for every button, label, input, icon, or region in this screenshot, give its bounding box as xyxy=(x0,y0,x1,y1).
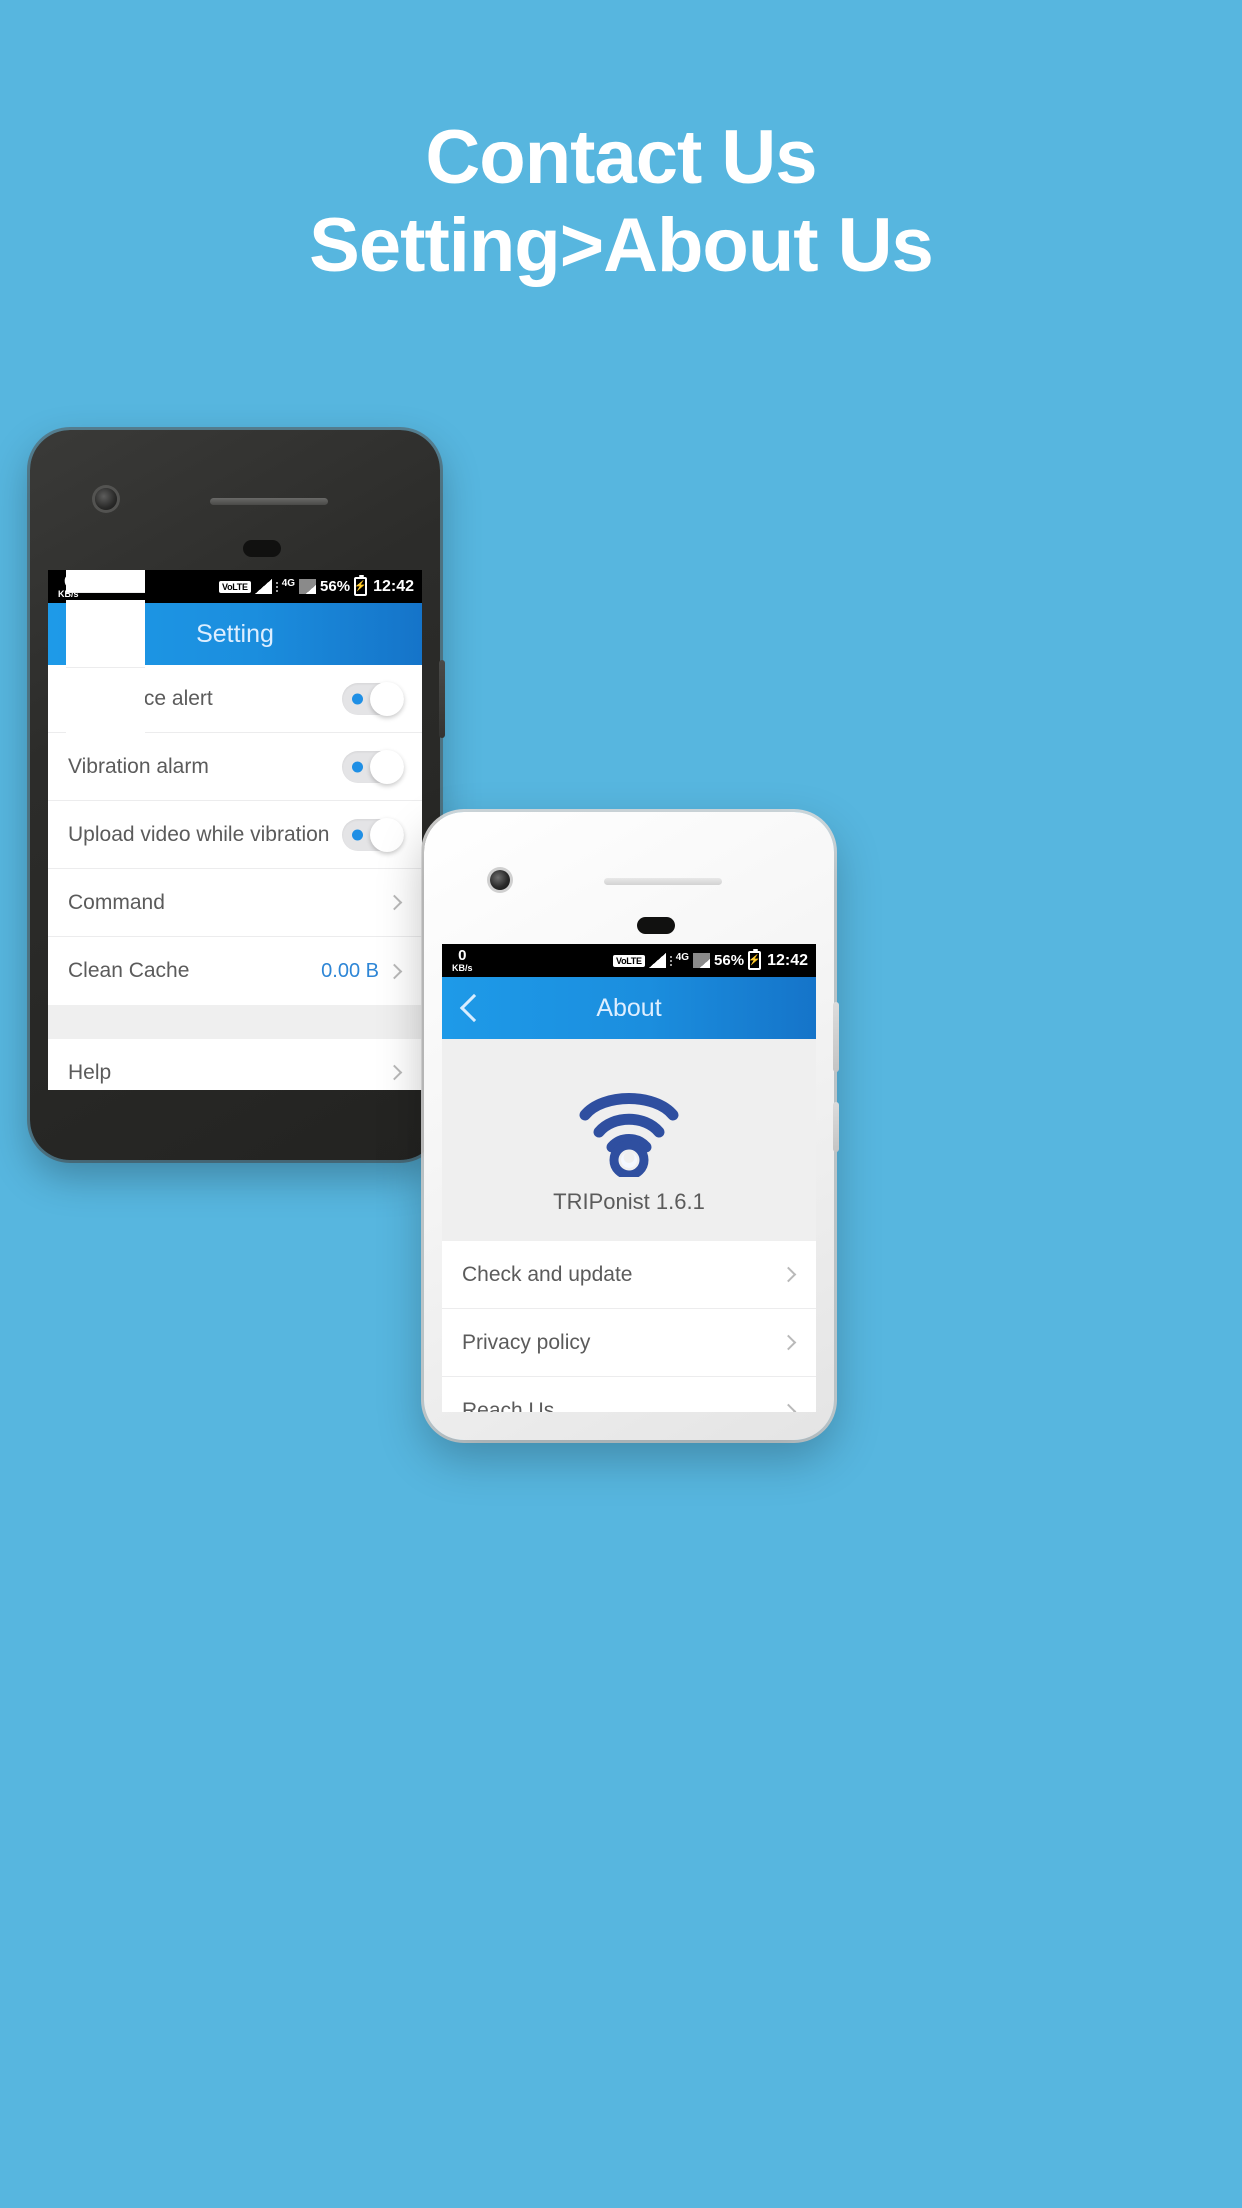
page-title-line2: Setting>About Us xyxy=(309,202,934,288)
battery-charging-icon: ⚡ xyxy=(354,575,368,596)
front-camera-icon xyxy=(95,488,117,510)
network-speed-unit: KB/s xyxy=(452,963,473,973)
about-appbar-title: About xyxy=(596,993,662,1022)
row-label: Check and update xyxy=(462,1262,633,1286)
setting-appbar: Setting xyxy=(48,570,422,743)
proximity-sensor xyxy=(637,917,675,934)
setting-row-command[interactable]: Command xyxy=(48,869,422,937)
page-title-line1: Contact Us xyxy=(425,115,817,200)
battery-charging-icon: ⚡ xyxy=(748,949,762,970)
list-menu-icon[interactable] xyxy=(66,570,145,743)
setting-row-help[interactable]: Help xyxy=(48,1039,422,1090)
signal-bars-secondary-icon xyxy=(693,953,711,968)
power-button[interactable] xyxy=(833,1002,839,1072)
chevron-right-icon xyxy=(780,1266,797,1283)
phone-device-black: 0 KB/s VoLTE 4G 56% ⚡ 12:42 Setting xyxy=(30,430,445,1160)
wifi-eye-logo-icon xyxy=(573,1081,685,1180)
power-button[interactable] xyxy=(439,660,445,738)
row-label: Privacy policy xyxy=(462,1330,591,1354)
network-speed-value: 0 xyxy=(458,947,467,964)
front-camera-icon xyxy=(490,870,510,890)
earpiece-speaker xyxy=(604,878,722,885)
phone-device-white: 0 KB/s VoLTE 4G 56% ⚡ 12:42 About TRIPon… xyxy=(424,812,839,1440)
about-list-group: Check and update Privacy policy Reach Us xyxy=(442,1241,816,1412)
chevron-right-icon xyxy=(780,1334,797,1351)
network-type-label: 4G xyxy=(281,578,296,589)
setting-row-vibration-alarm[interactable]: Vibration alarm xyxy=(48,733,422,801)
geofence-alert-toggle[interactable] xyxy=(342,681,404,716)
signal-bars-icon xyxy=(648,953,666,968)
upload-video-toggle[interactable] xyxy=(342,817,404,852)
about-appbar: About xyxy=(442,977,816,1039)
row-label: Reach Us xyxy=(462,1399,555,1412)
page-title: Contact Us Setting>About Us xyxy=(0,118,1242,286)
proximity-sensor xyxy=(243,540,281,557)
setting-row-clean-cache[interactable]: Clean Cache 0.00 B xyxy=(48,937,422,1005)
clock-label: 12:42 xyxy=(373,577,414,595)
battery-percent-label: 56% xyxy=(320,578,351,595)
clean-cache-value: 0.00 B xyxy=(321,959,379,982)
row-label: Clean Cache xyxy=(68,959,190,982)
volte-icon: VoLTE xyxy=(613,954,645,967)
setting-row-upload-video-while-vibration[interactable]: Upload video while vibration xyxy=(48,801,422,869)
about-row-privacy-policy[interactable]: Privacy policy xyxy=(442,1309,816,1377)
signal-separator-icon xyxy=(275,581,278,592)
status-bar: 0 KB/s VoLTE 4G 56% ⚡ 12:42 xyxy=(442,944,816,977)
row-label: Vibration alarm xyxy=(68,754,209,778)
setting-appbar-title: Setting xyxy=(196,619,274,648)
about-screen: 0 KB/s VoLTE 4G 56% ⚡ 12:42 About TRIPon… xyxy=(442,944,816,1412)
back-chevron-icon[interactable] xyxy=(459,993,489,1023)
signal-bars-icon xyxy=(254,579,272,594)
setting-screen: 0 KB/s VoLTE 4G 56% ⚡ 12:42 Setting xyxy=(48,570,422,1090)
row-label: Upload video while vibration xyxy=(68,822,330,846)
about-logo-section: TRIPonist 1.6.1 xyxy=(442,1039,816,1241)
network-speed-indicator: 0 KB/s xyxy=(452,948,473,973)
earpiece-speaker xyxy=(210,498,328,505)
volte-icon: VoLTE xyxy=(219,580,251,593)
battery-percent-label: 56% xyxy=(714,952,745,969)
chevron-right-icon xyxy=(386,963,403,979)
signal-separator-icon xyxy=(669,955,672,966)
row-label: Command xyxy=(68,890,165,914)
vibration-alarm-toggle[interactable] xyxy=(342,749,404,784)
about-row-reach-us[interactable]: Reach Us xyxy=(442,1377,816,1412)
signal-bars-secondary-icon xyxy=(299,579,317,594)
volume-button[interactable] xyxy=(833,1102,839,1152)
app-version-label: TRIPonist 1.6.1 xyxy=(553,1189,705,1214)
chevron-right-icon xyxy=(386,894,403,911)
clock-label: 12:42 xyxy=(767,951,808,969)
list-section-divider xyxy=(48,1005,422,1039)
chevron-right-icon xyxy=(780,1403,797,1412)
row-label: Help xyxy=(68,1060,112,1084)
about-row-check-and-update[interactable]: Check and update xyxy=(442,1241,816,1309)
chevron-right-icon xyxy=(386,1064,403,1081)
network-type-label: 4G xyxy=(675,952,690,963)
setting-list-group-2: Help About xyxy=(48,1039,422,1090)
